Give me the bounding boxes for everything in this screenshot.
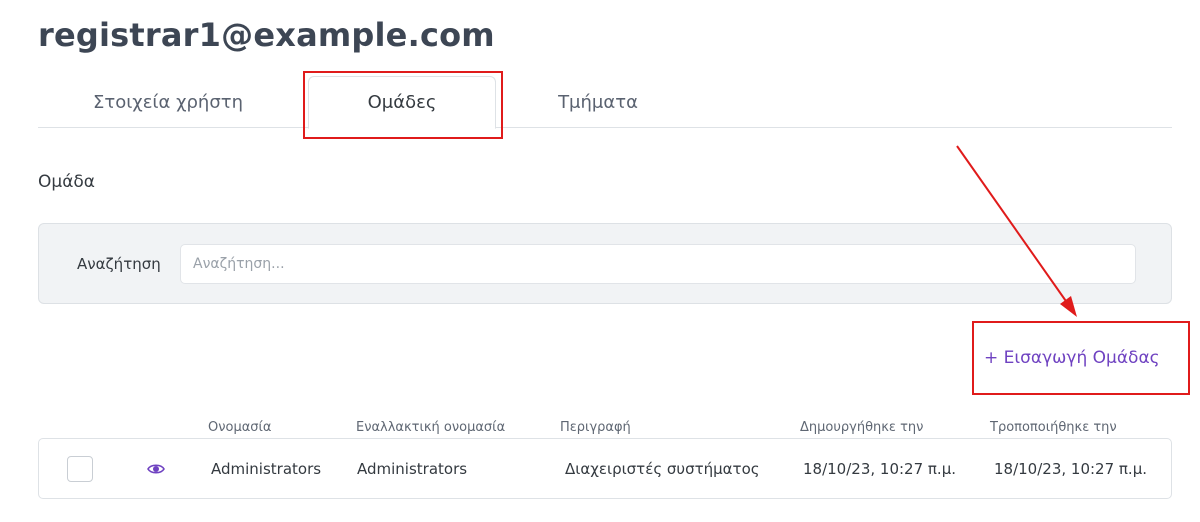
search-label: Αναζήτηση <box>77 255 161 273</box>
column-header-created[interactable]: Δημουργήθηκε την <box>800 420 923 435</box>
column-header-name[interactable]: Ονομασία <box>208 420 272 435</box>
cell-modified: 18/10/23, 10:27 π.μ. <box>994 460 1148 478</box>
eye-icon[interactable] <box>147 461 165 477</box>
cell-name: Administrators <box>211 460 322 478</box>
table-row[interactable]: Administrators Administrators Διαχειριστ… <box>38 438 1172 499</box>
tab-groups[interactable]: Ομάδες <box>308 76 496 129</box>
tab-user-details[interactable]: Στοιχεία χρήστη <box>78 76 258 128</box>
tab-departments[interactable]: Τμήματα <box>508 76 688 128</box>
search-input[interactable] <box>180 244 1136 284</box>
column-header-alt-name[interactable]: Εναλλακτική ονομασία <box>356 420 505 435</box>
section-title: Ομάδα <box>38 172 96 192</box>
column-header-description[interactable]: Περιγραφή <box>560 420 631 435</box>
column-header-modified[interactable]: Τροποποιήθηκε την <box>990 420 1117 435</box>
page-title: registrar1@example.com <box>38 16 495 54</box>
add-group-button[interactable]: + Εισαγωγή Ομάδας <box>984 348 1160 368</box>
cell-alt-name: Administrators <box>357 460 468 478</box>
tab-bar: Στοιχεία χρήστη Ομάδες Τμήματα <box>38 76 1172 129</box>
search-panel: Αναζήτηση <box>38 223 1172 304</box>
cell-created: 18/10/23, 10:27 π.μ. <box>803 460 957 478</box>
cell-description: Διαχειριστές συστήματος <box>565 460 760 478</box>
row-checkbox[interactable] <box>67 456 93 482</box>
